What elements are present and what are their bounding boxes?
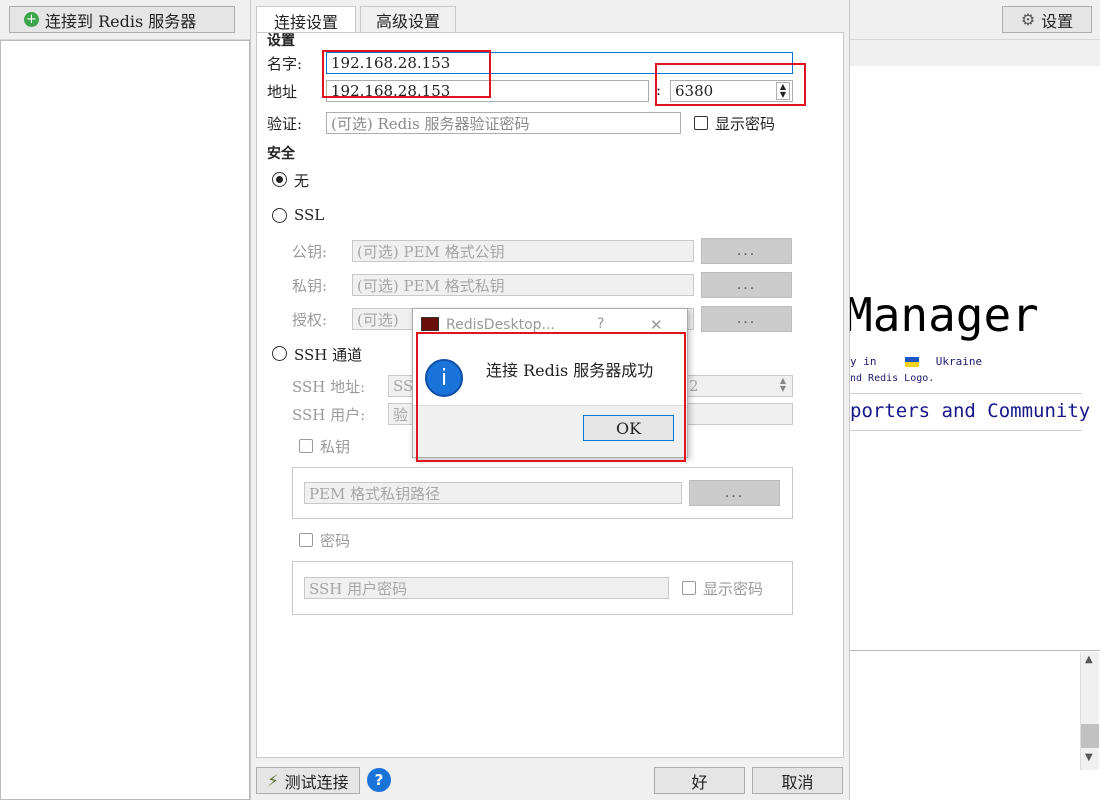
pem-path-placeholder: PEM 格式私钥路径	[309, 484, 441, 503]
pem-path-browse-button[interactable]: ...	[689, 480, 780, 506]
security-none-label: 无	[294, 172, 310, 190]
welcome-line-1-text: y in	[850, 355, 877, 368]
name-label: 名字:	[267, 55, 303, 73]
ukraine-flag-icon	[905, 357, 920, 367]
ssh-password-input[interactable]: SSH 用户密码	[304, 577, 669, 599]
authority-placeholder: (可选)	[357, 310, 399, 329]
security-ssh-label: SSH 通道	[294, 346, 363, 364]
scroll-down-icon[interactable]: ▼	[1085, 752, 1093, 763]
browse-label: ...	[736, 277, 757, 293]
auth-placeholder: (可选) Redis 服务器验证密码	[331, 114, 530, 133]
security-ssh-radio[interactable]	[272, 346, 287, 361]
port-separator: :	[656, 81, 662, 99]
ssh-user-placeholder: 验	[393, 405, 409, 424]
cancel-label: 取消	[781, 772, 814, 792]
welcome-title: Manager	[845, 288, 1039, 342]
connect-to-redis-button[interactable]: + 连接到 Redis 服务器	[9, 6, 235, 33]
scroll-up-icon[interactable]: ▲	[1085, 654, 1093, 665]
private-key-placeholder: (可选) PEM 格式私钥	[357, 276, 505, 295]
test-connection-label: 测试连接	[284, 772, 349, 792]
message-box-title: RedisDesktop...	[446, 317, 555, 333]
tab-advanced-label: 高级设置	[375, 12, 440, 31]
gear-icon: ⚙	[1020, 10, 1036, 29]
public-key-browse-button[interactable]: ...	[701, 238, 792, 264]
ssh-password-label: 密码	[320, 532, 351, 550]
name-input-value: 192.168.28.153	[331, 54, 451, 72]
ssh-port-spin-icon[interactable]: ▲ ▼	[776, 377, 790, 395]
message-ok-button[interactable]: OK	[583, 415, 674, 441]
settings-label: 设置	[1041, 11, 1074, 31]
auth-password-input[interactable]: (可选) Redis 服务器验证密码	[326, 112, 681, 134]
welcome-line-2: nd Redis Logo.	[850, 373, 935, 384]
ok-button[interactable]: 好	[654, 767, 745, 794]
info-icon: i	[425, 359, 463, 397]
welcome-ukraine-text: Ukraine	[935, 355, 983, 368]
public-key-placeholder: (可选) PEM 格式公钥	[357, 242, 505, 261]
browse-label: ...	[724, 485, 745, 501]
settings-button[interactable]: ⚙ 设置	[1002, 6, 1092, 33]
plug-icon: ⚡	[267, 771, 279, 790]
security-ssl-radio[interactable]	[272, 208, 287, 223]
close-icon[interactable]: ✕	[650, 316, 663, 334]
address-input-value: 192.168.28.153	[331, 82, 451, 100]
add-icon: +	[24, 12, 39, 27]
section-security-heading: 安全	[267, 146, 295, 162]
welcome-divider	[850, 430, 1082, 431]
help-icon[interactable]: ?	[367, 768, 391, 792]
authority-browse-button[interactable]: ...	[701, 306, 792, 332]
ssh-private-key-checkbox[interactable]	[299, 439, 313, 453]
name-input[interactable]: 192.168.28.153	[326, 52, 793, 74]
private-key-input[interactable]: (可选) PEM 格式私钥	[352, 274, 694, 296]
help-icon-glyph: ?	[374, 771, 384, 789]
ssh-address-label: SSH 地址:	[292, 378, 366, 396]
show-password-label: 显示密码	[715, 115, 776, 133]
message-box-help-button[interactable]: ?	[597, 316, 604, 332]
ssh-password-checkbox[interactable]	[299, 533, 313, 547]
browse-label: ...	[736, 243, 757, 259]
connect-to-redis-label: 连接到 Redis 服务器	[45, 11, 197, 31]
security-ssl-label: SSL	[294, 206, 325, 224]
spin-arrows-icon[interactable]: ▲ ▼	[776, 82, 790, 100]
ok-label: 好	[691, 772, 708, 792]
ssh-private-key-label: 私钥	[320, 438, 351, 456]
ssh-show-password-checkbox[interactable]	[682, 581, 696, 595]
pem-path-input[interactable]: PEM 格式私钥路径	[304, 482, 682, 504]
ssh-user-label: SSH 用户:	[292, 406, 366, 424]
security-none-radio[interactable]	[272, 172, 287, 187]
port-value: 6380	[675, 82, 714, 100]
address-input[interactable]: 192.168.28.153	[326, 80, 649, 102]
section-settings-heading: 设置	[267, 33, 295, 49]
port-spinbox[interactable]: 6380 ▲ ▼	[670, 80, 793, 102]
message-ok-label: OK	[615, 418, 642, 438]
tab-advanced-settings[interactable]: 高级设置	[360, 6, 456, 33]
tab-connection-label: 连接设置	[273, 12, 338, 32]
log-panel	[850, 650, 1100, 800]
public-key-input[interactable]: (可选) PEM 格式公钥	[352, 240, 694, 262]
auth-label: 验证:	[267, 115, 303, 133]
public-key-label: 公钥:	[292, 243, 328, 261]
private-key-label: 私钥:	[292, 277, 328, 295]
message-box-text: 连接 Redis 服务器成功	[486, 361, 654, 380]
redis-app-icon	[421, 317, 439, 331]
cancel-button[interactable]: 取消	[752, 767, 843, 794]
ssh-password-placeholder: SSH 用户密码	[309, 579, 408, 598]
welcome-divider	[850, 393, 1082, 394]
ssh-port-value: 2	[689, 377, 699, 395]
supporters-community-link[interactable]: porters and Community	[850, 400, 1090, 422]
address-label: 地址	[267, 83, 298, 101]
log-scrollbar[interactable]: ▲ ▼	[1080, 652, 1099, 770]
ssh-address-placeholder: SS	[393, 377, 414, 395]
test-connection-button[interactable]: ⚡ 测试连接	[256, 767, 360, 794]
welcome-line-1: y in Ukraine	[850, 355, 982, 368]
browse-label: ...	[736, 311, 757, 327]
private-key-browse-button[interactable]: ...	[701, 272, 792, 298]
ssh-show-password-label: 显示密码	[703, 580, 764, 598]
authority-label: 授权:	[292, 311, 328, 329]
scroll-thumb[interactable]	[1081, 724, 1099, 748]
show-password-checkbox[interactable]	[694, 116, 708, 130]
connections-tree-panel[interactable]	[0, 40, 250, 800]
